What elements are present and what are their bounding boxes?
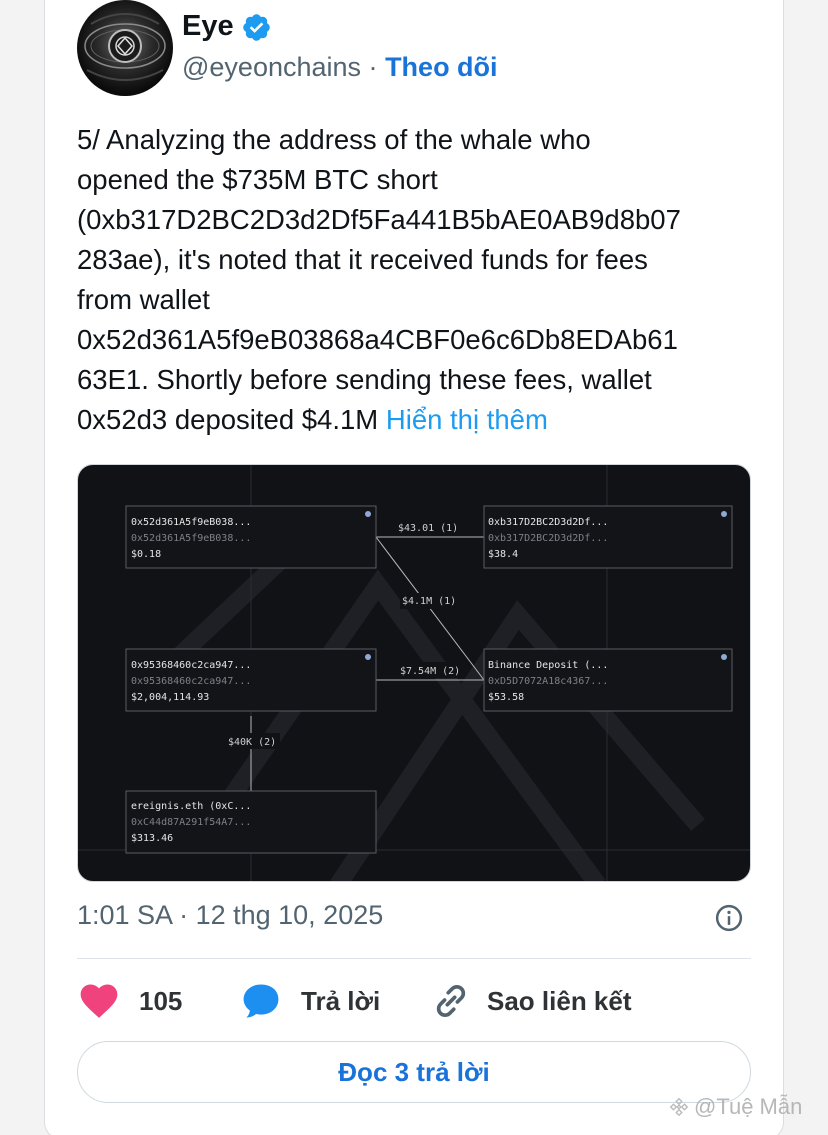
tweet-line: 283ae), it's noted that it received fund… bbox=[77, 244, 648, 275]
tweet-line: 63E1. Shortly before sending these fees,… bbox=[77, 364, 652, 395]
node-address: 0x52d361A5f9eB038... bbox=[131, 533, 251, 544]
author-name[interactable]: Eye bbox=[182, 10, 234, 43]
graph-node: 0x95368460c2ca947... 0x95368460c2ca947..… bbox=[125, 648, 377, 712]
show-more-link[interactable]: Hiển thị thêm bbox=[386, 404, 548, 435]
node-title: ereignis.eth (0xC... bbox=[131, 801, 251, 812]
node-title: Binance Deposit (... bbox=[488, 660, 608, 671]
tweet-line-last: 0x52d3 deposited $4.1M Hiển thị thêm bbox=[77, 400, 767, 440]
tweet-media-image[interactable]: $43.01 (1) $4.1M (1) $7.54M (2) $40K (2)… bbox=[77, 464, 751, 882]
graph-node: ereignis.eth (0xC... 0xC44d87A291f54A7..… bbox=[125, 790, 377, 854]
tweet-line: (0xb317D2BC2D3d2Df5Fa441B5bAE0AB9d8b07 bbox=[77, 204, 681, 235]
edge-label: $40K (2) bbox=[228, 737, 276, 748]
follow-button[interactable]: Theo dõi bbox=[385, 52, 497, 82]
tweet-line: 5/ Analyzing the address of the whale wh… bbox=[77, 124, 591, 155]
edge-label: $7.54M (2) bbox=[400, 666, 460, 677]
watermark: @Tuệ Mẫn bbox=[668, 1094, 802, 1120]
reply-label: Trả lời bbox=[301, 985, 381, 1016]
info-icon[interactable] bbox=[714, 903, 744, 933]
author-handle[interactable]: @eyeonchains bbox=[182, 52, 361, 82]
edge-label: $43.01 (1) bbox=[398, 523, 458, 534]
heart-icon bbox=[80, 984, 118, 1018]
reply-bubble-icon bbox=[243, 984, 279, 1018]
watermark-text: @Tuệ Mẫn bbox=[694, 1094, 803, 1119]
tweet-line: opened the $735M BTC short bbox=[77, 164, 438, 195]
graph-node: 0x52d361A5f9eB038... 0x52d361A5f9eB038..… bbox=[125, 505, 377, 569]
avatar-eye-icon bbox=[84, 13, 166, 81]
tweet-line: 0x52d3 deposited $4.1M bbox=[77, 404, 379, 435]
copy-link-button[interactable]: Sao liên kết bbox=[429, 978, 632, 1024]
node-address: 0xC44d87A291f54A7... bbox=[131, 817, 251, 828]
node-value: $313.46 bbox=[131, 833, 173, 844]
action-bar: 105 Trả lời Sao liên kết bbox=[77, 978, 767, 1024]
node-value: $53.58 bbox=[488, 692, 524, 703]
like-button[interactable]: 105 bbox=[77, 978, 182, 1024]
node-value: $38.4 bbox=[488, 549, 518, 560]
edge-label: $4.1M (1) bbox=[402, 596, 456, 607]
node-value: $0.18 bbox=[131, 549, 161, 560]
node-address: 0xD5D7072A18c4367... bbox=[488, 676, 608, 687]
like-count: 105 bbox=[139, 985, 183, 1016]
link-icon bbox=[436, 985, 466, 1017]
separator-dot: · bbox=[368, 52, 378, 82]
handle-row: @eyeonchains · Theo dõi bbox=[182, 52, 498, 83]
graph-node: 0xb317D2BC2D3d2Df... 0xb317D2BC2D3d2Df..… bbox=[483, 505, 733, 569]
node-title: 0x95368460c2ca947... bbox=[131, 660, 251, 671]
reply-button[interactable]: Trả lời bbox=[239, 978, 380, 1024]
copy-link-label: Sao liên kết bbox=[487, 985, 632, 1016]
tweet-line: 0x52d361A5f9eB03868a4CBF0e6c6Db8EDAb61 bbox=[77, 324, 678, 355]
binance-logo-icon bbox=[669, 1097, 689, 1117]
divider bbox=[77, 958, 751, 959]
tweet-text: 5/ Analyzing the address of the whale wh… bbox=[77, 120, 767, 440]
flow-graph: $43.01 (1) $4.1M (1) $7.54M (2) $40K (2)… bbox=[78, 465, 750, 881]
node-address: 0x95368460c2ca947... bbox=[131, 676, 251, 687]
node-address: 0xb317D2BC2D3d2Df... bbox=[488, 533, 608, 544]
node-title: 0x52d361A5f9eB038... bbox=[131, 517, 251, 528]
tweet-timestamp[interactable]: 1:01 SA · 12 thg 10, 2025 bbox=[77, 900, 383, 931]
graph-node: Binance Deposit (... 0xD5D7072A18c4367..… bbox=[483, 648, 733, 712]
tweet-line: from wallet bbox=[77, 284, 210, 315]
node-title: 0xb317D2BC2D3d2Df... bbox=[488, 517, 608, 528]
avatar[interactable] bbox=[77, 0, 173, 96]
verified-badge-icon bbox=[243, 14, 270, 41]
read-replies-button[interactable]: Đọc 3 trả lời bbox=[77, 1041, 751, 1103]
node-value: $2,004,114.93 bbox=[131, 692, 209, 703]
